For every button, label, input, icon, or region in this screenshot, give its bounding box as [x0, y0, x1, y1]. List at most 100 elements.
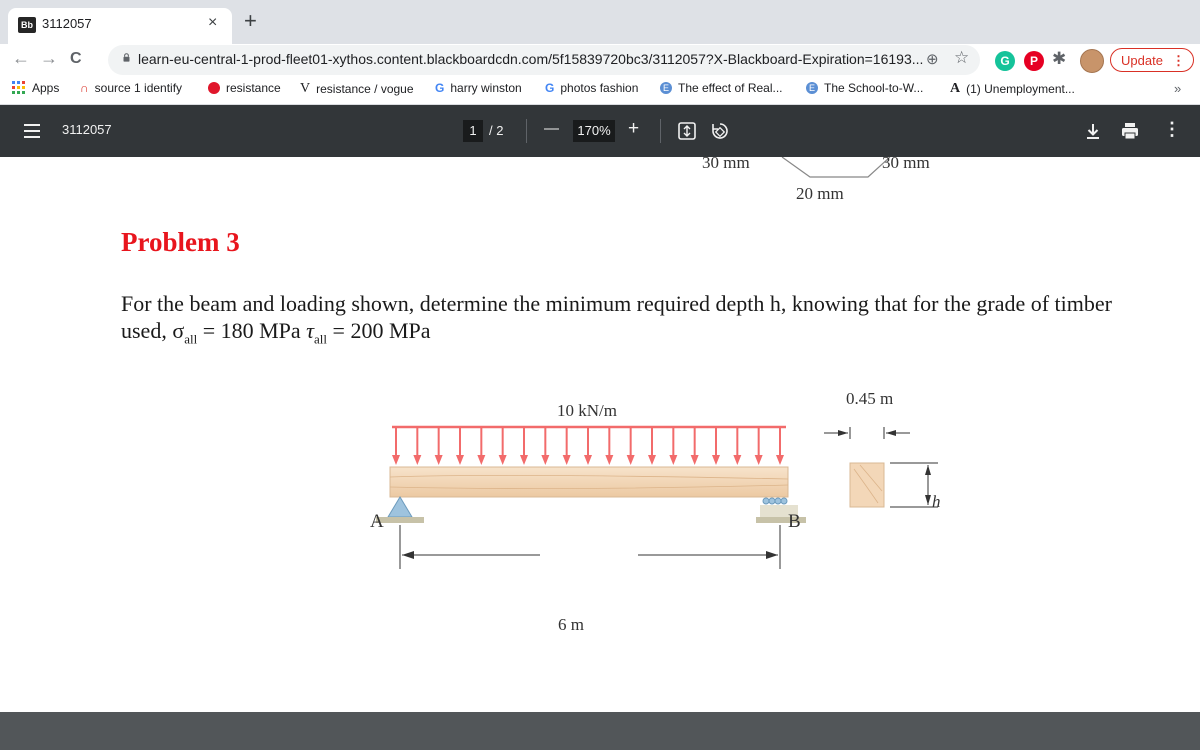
load-arrowhead: [520, 455, 528, 465]
width-label: 0.45 m: [846, 389, 894, 408]
bookmark-label: harry winston: [450, 81, 522, 95]
load-arrowhead: [605, 455, 614, 465]
zoom-in-button[interactable]: +: [628, 118, 639, 140]
sigma-symbol: σ: [172, 318, 185, 343]
more-actions-icon[interactable]: ⋮: [1163, 119, 1181, 140]
problem-statement: For the beam and loading shown, determin…: [121, 290, 1131, 352]
arch-icon: ∩: [80, 81, 89, 95]
browser-toolbar: ← → C learn-eu-central-1-prod-fleet01-xy…: [0, 44, 1200, 76]
zoom-level-input[interactable]: 170%: [573, 120, 615, 142]
bookmark-label: photos fashion: [560, 81, 639, 95]
browser-tab[interactable]: Bb 3112057 ×: [8, 8, 232, 44]
load-arrowhead: [562, 455, 571, 465]
bookmark-label: (1) Unemployment...: [966, 82, 1075, 96]
update-button[interactable]: Update ⋮: [1110, 48, 1194, 72]
bookmark-apps[interactable]: Apps: [12, 81, 59, 95]
bookmark-effect-of-real[interactable]: E The effect of Real...: [660, 81, 783, 95]
bookmark-label: resistance / vogue: [316, 82, 414, 96]
bookmark-resistance-vogue[interactable]: V resistance / vogue: [300, 81, 414, 97]
bookmark-source-identify[interactable]: ∩ source 1 identify: [80, 81, 182, 95]
pdf-viewer-background: [0, 712, 1200, 750]
timber-beam: [389, 466, 789, 498]
fit-to-page-icon[interactable]: [678, 122, 696, 140]
toolbar-divider: [526, 119, 527, 143]
bookmark-unemployment[interactable]: A (1) Unemployment...: [950, 81, 1075, 97]
tau-symbol: τ: [306, 318, 315, 343]
load-arrowhead: [434, 455, 443, 465]
bookmark-label: The effect of Real...: [678, 81, 783, 95]
load-arrowhead: [626, 455, 635, 465]
hamburger-menu-icon[interactable]: [24, 124, 40, 138]
bookmark-school-to-w[interactable]: E The School-to-W...: [806, 81, 923, 95]
e-circle-icon: E: [806, 82, 818, 94]
support-a-label: A: [370, 511, 384, 532]
bookmark-star-icon[interactable]: ☆: [954, 48, 969, 68]
url-text[interactable]: learn-eu-central-1-prod-fleet01-xythos.c…: [138, 51, 923, 67]
beam-diagram: [376, 425, 938, 569]
reload-icon[interactable]: C: [70, 50, 82, 68]
pdf-title: 3112057: [62, 122, 112, 137]
load-arrowhead: [712, 455, 720, 465]
load-arrowhead: [456, 455, 464, 465]
address-bar[interactable]: learn-eu-central-1-prod-fleet01-xythos.c…: [108, 45, 980, 75]
load-arrowhead: [733, 455, 742, 465]
grammarly-extension-icon[interactable]: G: [995, 51, 1015, 71]
dimension-label: 20 mm: [796, 184, 844, 203]
load-arrowhead: [498, 455, 507, 465]
google-icon: G: [435, 81, 445, 95]
load-arrowhead: [584, 455, 592, 465]
load-arrowhead: [477, 455, 486, 465]
tab-title: 3112057: [42, 16, 92, 31]
rotate-icon[interactable]: [710, 121, 730, 141]
profile-avatar[interactable]: [1080, 49, 1104, 73]
bookmark-label: The School-to-W...: [824, 81, 924, 95]
vogue-icon: V: [300, 81, 311, 96]
load-arrowhead: [413, 455, 422, 465]
page-number-input[interactable]: 1: [463, 120, 483, 142]
apps-grid-icon: [12, 81, 25, 94]
dimension-label: 30 mm: [882, 157, 930, 172]
tau-allowable-value: = 200 MPa: [327, 318, 431, 343]
load-arrowhead: [754, 455, 763, 465]
zoom-out-button[interactable]: —: [544, 120, 559, 137]
dimension-label: 30 mm: [702, 157, 750, 172]
e-circle-icon: E: [660, 82, 672, 94]
load-arrowhead: [648, 455, 656, 465]
forward-arrow-icon[interactable]: →: [40, 48, 58, 69]
pdf-toolbar: 3112057 1 / 2 — 170% + ⋮: [0, 105, 1200, 157]
red-dot-icon: [208, 82, 220, 94]
load-arrowhead: [669, 455, 678, 465]
load-arrowhead: [776, 455, 784, 465]
bookmarks-overflow-icon[interactable]: »: [1174, 81, 1181, 96]
tab-strip: Bb 3112057 × +: [0, 0, 1200, 44]
blackboard-favicon-icon: Bb: [18, 17, 36, 33]
back-arrow-icon[interactable]: ←: [12, 48, 30, 69]
tau-subscript: all: [314, 331, 328, 347]
pin-support-a: [387, 496, 413, 518]
zoom-magnifier-icon[interactable]: ⊕: [926, 50, 939, 68]
print-icon[interactable]: [1121, 122, 1139, 140]
download-icon[interactable]: [1087, 123, 1099, 139]
new-tab-button[interactable]: +: [244, 10, 257, 32]
bookmark-resistance[interactable]: resistance: [208, 81, 281, 95]
update-label: Update: [1121, 53, 1163, 68]
bookmark-label: Apps: [32, 81, 60, 95]
extensions-puzzle-icon[interactable]: ✱: [1052, 49, 1066, 69]
load-arrowhead: [541, 455, 550, 465]
distributed-load-arrows: [392, 427, 784, 465]
pdf-page: 30 mm 30 mm 20 mm Problem 3 For the beam…: [0, 157, 1200, 712]
problem-title: Problem 3: [121, 227, 240, 257]
sigma-subscript: all: [184, 331, 198, 347]
a-letter-icon: A: [950, 81, 961, 96]
bookmark-photos-fashion[interactable]: G photos fashion: [545, 81, 638, 95]
tab-close-icon[interactable]: ×: [208, 14, 217, 32]
load-label: 10 kN/m: [557, 401, 617, 420]
page-total: / 2: [489, 123, 504, 138]
menu-kebab-icon[interactable]: ⋮: [1172, 49, 1185, 73]
pinterest-extension-icon[interactable]: P: [1024, 51, 1044, 71]
google-icon: G: [545, 81, 555, 95]
support-b-label: B: [788, 511, 801, 532]
bookmark-label: resistance: [226, 81, 281, 95]
sigma-allowable-value: = 180 MPa: [197, 318, 301, 343]
bookmark-harry-winston[interactable]: G harry winston: [435, 81, 522, 95]
